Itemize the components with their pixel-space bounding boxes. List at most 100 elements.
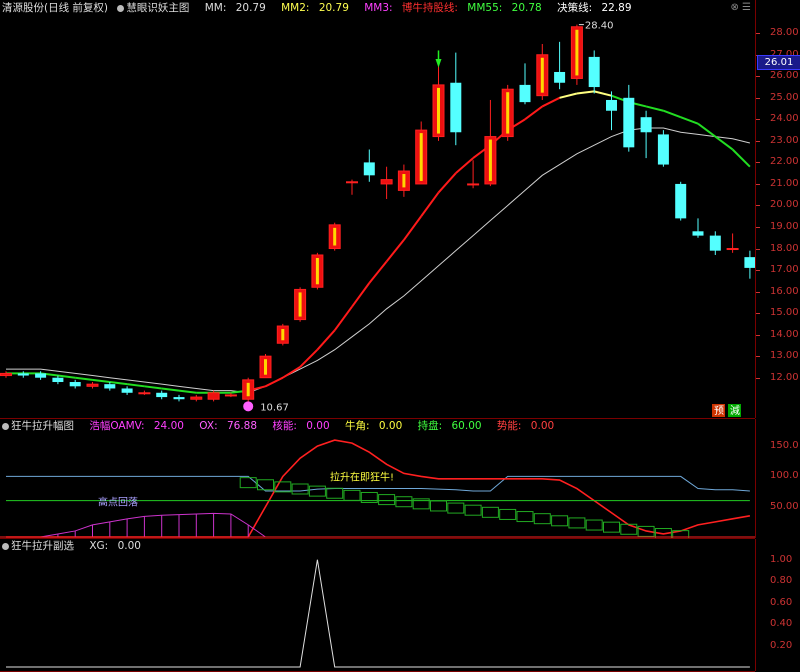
settings-dot-icon[interactable] <box>2 423 9 430</box>
candle-body-down[interactable] <box>606 99 617 111</box>
candle-body-up[interactable] <box>86 383 99 387</box>
candle-body-down[interactable] <box>450 82 462 133</box>
cp-value: 60.00 <box>451 420 482 432</box>
candle-highlight <box>298 292 302 317</box>
arrow-down-icon <box>435 59 442 68</box>
hold-line-segment <box>92 378 110 384</box>
price-tick-mark <box>756 140 760 142</box>
step-box <box>603 521 620 533</box>
candle-body-down[interactable] <box>554 71 566 83</box>
hold-line-segment <box>663 109 682 119</box>
candle-body-down[interactable] <box>744 257 755 268</box>
cp-label: 持盘: <box>417 420 443 432</box>
step-box <box>239 477 257 489</box>
price-tick-mark <box>756 270 760 272</box>
candle-body-down[interactable] <box>69 382 81 387</box>
sub-chart-1-axis: 150.0 100.0 50.00 <box>755 419 800 538</box>
candle-body-down[interactable] <box>692 231 704 236</box>
hold-line-segment <box>385 239 405 263</box>
candle-body-down[interactable] <box>52 377 64 383</box>
candle-body-down[interactable] <box>709 235 721 251</box>
price-tick-label: 20.00 <box>770 199 799 211</box>
price-tick-mark <box>756 356 760 358</box>
step-box <box>585 519 603 531</box>
candle-highlight <box>488 139 492 181</box>
price-tick-mark <box>756 205 760 207</box>
candle-body-up[interactable] <box>138 392 151 395</box>
step-box <box>430 500 447 512</box>
high-price-label: 28.40 <box>585 21 614 32</box>
step-box <box>326 487 344 499</box>
candle-body-down[interactable] <box>623 97 635 148</box>
step-box <box>499 508 517 520</box>
mm55-line <box>6 127 751 394</box>
candle-highlight <box>246 382 250 397</box>
main-chart-panel[interactable]: 28.40 10.67 预減 清源股份(日线 前复权) 慧眼识妖主图 MM: 20.… <box>0 0 755 419</box>
oamv-value: 24.00 <box>153 420 184 432</box>
candle-highlight <box>315 257 319 285</box>
candle-body-down[interactable] <box>35 373 47 378</box>
price-tick-mark <box>756 226 760 228</box>
price-tick-mark <box>756 97 760 99</box>
candlestick-chart[interactable]: 28.40 10.67 预減 <box>0 0 755 418</box>
sub-chart-2-panel[interactable]: 狂牛拉升副选 XG: 0.00 <box>0 539 755 672</box>
price-tick-label: 23.00 <box>770 134 799 146</box>
candle-body-down[interactable] <box>640 117 652 133</box>
price-tick-mark <box>756 33 760 35</box>
candle-body-up[interactable] <box>190 396 203 400</box>
close-icon[interactable]: ⊗ <box>730 2 738 13</box>
hold-line-segment <box>731 148 751 168</box>
hold-line-segment <box>541 96 561 108</box>
sub2-tick-label: 0.20 <box>770 639 793 651</box>
sn-value: 0.00 <box>530 420 555 432</box>
jc-value: 22.89 <box>601 2 632 14</box>
candle-body-down[interactable] <box>104 384 116 389</box>
step-box <box>533 513 551 525</box>
price-tick-mark <box>756 183 760 185</box>
indicator-name[interactable]: 慧眼识妖主图 <box>117 2 195 14</box>
sub-chart-1-title[interactable]: 狂牛拉升幅图 <box>11 420 74 432</box>
candle-body-up[interactable] <box>224 394 237 397</box>
sub-indicator-chart[interactable]: 拉升在即狂牛! 高点回落 <box>0 419 755 538</box>
candle-body-down[interactable] <box>121 388 133 393</box>
candle-body-up[interactable] <box>380 179 393 185</box>
sub2-tick-label: 1.00 <box>770 553 793 565</box>
sub1-tick-label: 100.0 <box>770 470 799 482</box>
settings-dot-icon[interactable] <box>117 5 125 12</box>
candle-highlight <box>437 87 440 134</box>
candle-highlight <box>333 227 337 246</box>
settings-dot-icon[interactable] <box>2 543 9 550</box>
candle-body-down[interactable] <box>519 84 531 103</box>
candle-body-down[interactable] <box>173 397 185 400</box>
hold-line-segment <box>645 105 664 112</box>
sub-chart-2-title[interactable]: 狂牛拉升副选 <box>11 540 74 552</box>
candle-body-down[interactable] <box>363 162 375 176</box>
menu-icon[interactable]: ☰ <box>742 2 751 13</box>
sub-chart-2-axis: 1.00 0.80 0.60 0.40 0.20 <box>755 539 800 671</box>
candle-body-down[interactable] <box>156 392 168 398</box>
candle-body-down[interactable] <box>17 373 29 376</box>
candle-body-up[interactable] <box>0 372 12 377</box>
ox-label: OX: <box>199 420 218 432</box>
sub-chart-1-panel[interactable]: 拉升在即狂牛! 高点回落 狂牛拉升幅图 浩幅OAMV: 24.00 OX: 76.… <box>0 419 755 539</box>
sub1-tick-label: 50.00 <box>770 500 799 512</box>
candle-body-up[interactable] <box>726 248 739 251</box>
stock-name[interactable]: 清源股份 <box>2 2 44 14</box>
hold-line-segment <box>559 92 578 99</box>
price-tick-label: 13.00 <box>770 350 799 362</box>
price-tick-mark <box>756 162 760 164</box>
price-tick-label: 17.00 <box>770 264 799 276</box>
candle-body-up[interactable] <box>467 183 480 186</box>
candle-body-up[interactable] <box>207 392 220 400</box>
candle-body-down[interactable] <box>588 56 600 88</box>
step-box <box>257 479 274 491</box>
xg-chart[interactable] <box>0 539 755 671</box>
step-box <box>516 511 534 523</box>
candle-highlight <box>402 174 406 188</box>
hold-line-segment <box>333 306 353 331</box>
candle-body-down[interactable] <box>675 183 687 219</box>
candle-body-up[interactable] <box>346 181 358 184</box>
mm-label: MM: <box>204 2 227 14</box>
candle-body-down[interactable] <box>657 134 669 165</box>
price-tick-mark <box>756 313 760 315</box>
